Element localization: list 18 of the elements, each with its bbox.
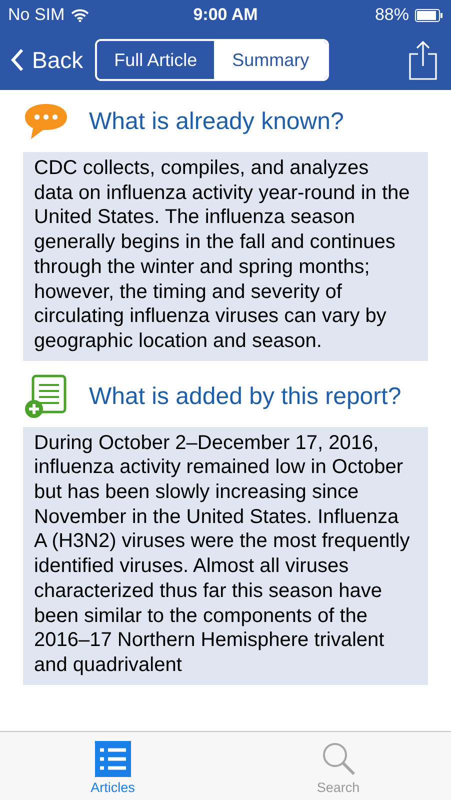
document-plus-icon bbox=[23, 374, 69, 420]
summary-text: During October 2–December 17, 2016, influenza activity remained low in October but has been slowly increasing since November in the United States. Influenza A (H3N2) viruses were the most frequently identified viruses. Almost all viruses characterized thus far this season have been similar to the components of the 2016–17 Northern Hemisphere trivalent and quadrivalent bbox=[23, 426, 428, 685]
section-heading: What is added by this report? bbox=[89, 382, 402, 411]
battery-percent: 88% bbox=[374, 5, 409, 25]
back-button[interactable]: Back bbox=[10, 46, 84, 74]
search-icon bbox=[320, 741, 356, 777]
tab-bar-item[interactable]: Articles bbox=[0, 732, 226, 800]
section-heading: What is already known? bbox=[89, 108, 344, 136]
summary-text: CDC collects, compiles, and analyzes data on influenza activity year-round in the United States. The influenza season generally begins in the fall and continues through the winter and spring months; however, the timing and severity of circulating influenza viruses can vary by geographic location and season. bbox=[23, 152, 428, 361]
chevron-icon bbox=[10, 48, 24, 72]
share-icon[interactable] bbox=[409, 40, 437, 80]
battery-icon bbox=[415, 8, 443, 22]
clock-time: 9:00 AM bbox=[193, 5, 258, 25]
wifi-icon bbox=[70, 8, 89, 22]
speech-bubble-icon bbox=[23, 103, 69, 141]
segment-tab[interactable]: Summary bbox=[214, 41, 328, 79]
carrier-label: No SIM bbox=[8, 5, 65, 25]
list-icon bbox=[94, 741, 131, 777]
